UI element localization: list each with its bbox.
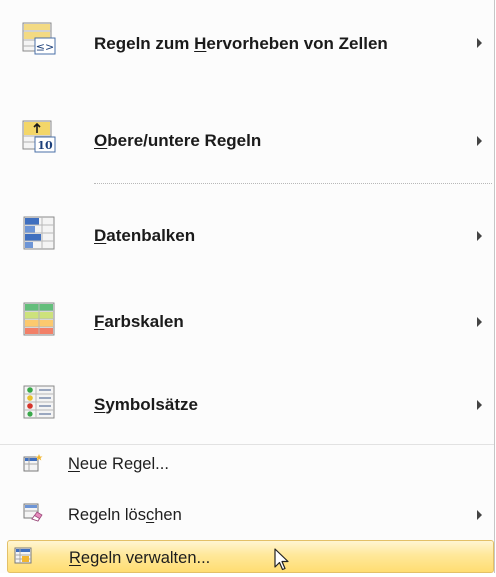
- svg-text:10: 10: [37, 139, 53, 152]
- manage-rules-icon: [14, 546, 34, 566]
- submenu-arrow-icon: [477, 510, 482, 520]
- submenu-arrow-icon: [477, 317, 482, 327]
- menu-separator: [94, 183, 492, 184]
- new-rule-icon: [23, 453, 43, 473]
- top-bottom-rules-icon: 10: [22, 119, 56, 153]
- submenu-arrow-icon: [477, 231, 482, 241]
- color-scales-icon: [22, 302, 56, 336]
- highlight-cells-rules-icon: ≤>: [22, 21, 56, 55]
- submenu-arrow-icon: [477, 136, 482, 146]
- menu-item-data-bars[interactable]: Datenbalken: [0, 216, 494, 276]
- submenu-arrow-icon: [477, 38, 482, 48]
- submenu-arrow-icon: [477, 400, 482, 410]
- menu-separator: [0, 444, 494, 445]
- menu-item-clear-rules[interactable]: Regeln löschen: [0, 502, 494, 535]
- menu-item-top-bottom-rules[interactable]: 10 Obere/untere Regeln: [0, 120, 494, 181]
- menu-item-icon-sets[interactable]: Symbolsätze: [0, 385, 494, 437]
- conditional-formatting-menu: ≤> Regeln zum Hervorheben von Zellen 10 …: [0, 0, 495, 573]
- clear-rules-icon: [23, 502, 43, 522]
- svg-text:≤>: ≤>: [36, 41, 54, 54]
- data-bars-icon: [22, 216, 56, 250]
- menu-item-highlight-cells-rules[interactable]: ≤> Regeln zum Hervorheben von Zellen: [0, 22, 494, 84]
- menu-item-manage-rules[interactable]: Regeln verwalten...: [7, 540, 494, 573]
- icon-sets-icon: [22, 385, 56, 419]
- menu-item-new-rule[interactable]: Neue Regel...: [0, 453, 494, 485]
- menu-item-color-scales[interactable]: Farbskalen: [0, 302, 494, 362]
